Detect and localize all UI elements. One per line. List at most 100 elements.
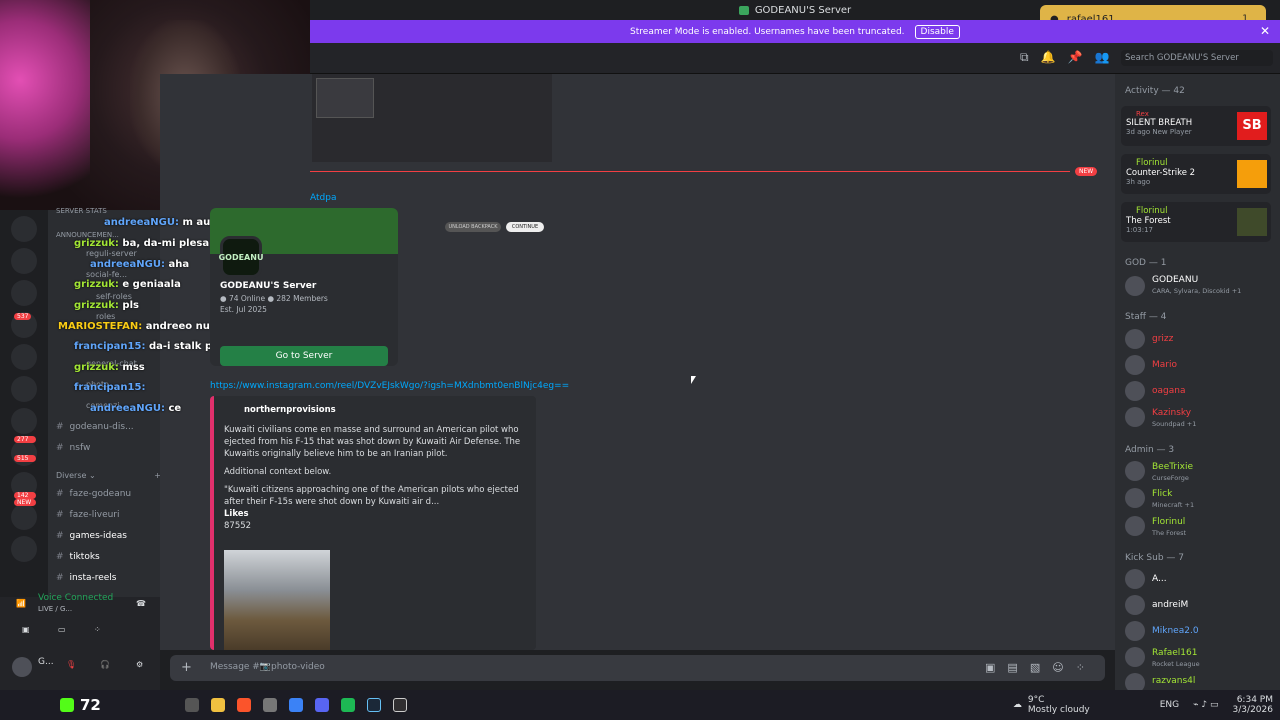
channel-faze-godeanu[interactable]: # faze-godeanu [56, 489, 131, 499]
avatar[interactable] [1125, 516, 1145, 536]
member-name[interactable]: Florinul [1152, 517, 1185, 527]
mute-icon[interactable]: 🎙 [66, 660, 76, 669]
channel-faze-liveuri[interactable]: # faze-liveuri [56, 510, 120, 520]
tray-icons[interactable]: ⌁ ♪ ▭ [1193, 700, 1218, 710]
channel[interactable]: reguli-server [86, 249, 137, 258]
gift-icon[interactable]: ▣ [985, 661, 995, 674]
deafen-icon[interactable]: 🎧 [100, 660, 110, 669]
chat-user: grizzuk: [74, 238, 119, 249]
member-name[interactable]: oagana [1152, 386, 1185, 396]
server-icon[interactable] [11, 344, 37, 370]
member-sub: CurseForge [1152, 474, 1189, 482]
embed-image[interactable] [224, 550, 330, 650]
category[interactable]: SERVER STATS [56, 207, 107, 215]
member-name[interactable]: grizz [1152, 334, 1173, 344]
sticker-icon[interactable]: ▧ [1030, 661, 1040, 674]
member-name[interactable]: A... [1152, 574, 1167, 584]
member-name[interactable]: GODEANU [1152, 275, 1198, 285]
member-name[interactable]: Kazinsky [1152, 408, 1191, 418]
channel-nsfw[interactable]: # nsfw [56, 443, 90, 453]
clock[interactable]: 6:34 PM 3/3/2026 [1233, 695, 1273, 715]
channel-tiktoks[interactable]: # tiktoks [56, 552, 100, 562]
instagram-embed: northernprovisions Kuwaiti civilians com… [210, 396, 536, 650]
settings-icon[interactable]: ⚙ [136, 660, 143, 669]
member-name[interactable]: razvans4l [1152, 676, 1195, 686]
avatar[interactable] [12, 657, 32, 677]
go-to-server-button[interactable]: Go to Server [220, 346, 388, 366]
server-icon[interactable] [11, 248, 37, 274]
member-sub: CARA, Sylvara, Discokid +1 [1152, 287, 1242, 295]
channel-insta-reels[interactable]: # insta-reels [56, 573, 117, 583]
invite-online: 74 Online [228, 294, 266, 303]
members-icon[interactable]: 👥 [1094, 50, 1109, 65]
add-attachment-icon[interactable]: + [181, 660, 192, 675]
emoji-icon[interactable]: ☺ [1052, 661, 1063, 674]
avatar[interactable] [1125, 461, 1145, 481]
member-name[interactable]: Rafael161 [1152, 648, 1197, 658]
activity-icon[interactable]: ⁘ [94, 625, 101, 634]
close-icon[interactable]: ✕ [1260, 24, 1270, 38]
avatar[interactable] [1125, 488, 1145, 508]
member-name[interactable]: Mario [1152, 360, 1177, 370]
pin-icon[interactable]: 📌 [1068, 50, 1083, 65]
gif-icon[interactable]: ▤ [1007, 661, 1017, 674]
disable-button[interactable]: Disable [914, 24, 960, 39]
temperature: 9°C [1027, 695, 1045, 705]
server-icon[interactable] [11, 280, 37, 306]
channel-godeanu-dis[interactable]: # godeanu-dis... [56, 422, 134, 432]
member-name[interactable]: Flick [1152, 489, 1172, 499]
server-icon[interactable] [11, 504, 37, 530]
chat-text: pls [122, 300, 139, 311]
server-icon[interactable] [11, 376, 37, 402]
activity-card[interactable]: Florinul Counter-Strike 2 3h ago [1121, 154, 1271, 194]
activity-card[interactable]: Rex SILENT BREATH 3d ago New Player SB [1121, 106, 1271, 146]
disconnect-icon[interactable]: ☎ [136, 599, 146, 608]
server-icon[interactable] [11, 536, 37, 562]
channel[interactable]: roles [96, 312, 115, 321]
avatar[interactable] [1125, 276, 1145, 296]
voice-title: Voice Connected [38, 593, 114, 603]
avatar[interactable] [1125, 595, 1145, 615]
avatar[interactable] [1125, 329, 1145, 349]
discord-taskbar-icon[interactable] [314, 698, 329, 712]
channel[interactable]: social-fe... [86, 270, 127, 279]
language[interactable]: ENG [1160, 700, 1179, 710]
folder-icon[interactable] [210, 698, 225, 712]
store-icon[interactable] [288, 698, 303, 712]
kick-icon[interactable] [60, 698, 74, 712]
search-input[interactable]: Search GODEANU'S Server [1121, 50, 1273, 66]
member-name[interactable]: Miknea2.0 [1152, 626, 1199, 636]
avatar[interactable] [1125, 569, 1145, 589]
activity-card[interactable]: Florinul The Forest 1:03:17 [1121, 202, 1271, 242]
voice-sub: LIVE / G... [38, 605, 73, 613]
server-icon[interactable] [11, 408, 37, 434]
avatar[interactable] [1125, 407, 1145, 427]
steam-icon[interactable] [366, 698, 381, 712]
badge: 515 [14, 455, 36, 462]
avatar[interactable] [1125, 355, 1145, 375]
app-icon[interactable] [262, 698, 277, 712]
avatar[interactable] [1125, 621, 1145, 641]
video-icon[interactable]: ▣ [22, 625, 30, 634]
brave-icon[interactable] [236, 698, 251, 712]
instagram-link[interactable]: https://www.instagram.com/reel/DVZvEJskW… [210, 381, 569, 391]
channel-games-ideas[interactable]: # games-ideas [56, 531, 127, 541]
chat-line: grizzuk: e geniaala [74, 279, 181, 290]
apps-icon[interactable]: ⁘ [1076, 661, 1085, 674]
obs-icon[interactable] [392, 698, 407, 712]
member-name[interactable]: BeeTrixie [1152, 462, 1193, 472]
embed-author[interactable]: northernprovisions [224, 404, 526, 416]
category-diverse[interactable]: Diverse ⌄ + [56, 471, 161, 480]
spotify-icon[interactable] [340, 698, 355, 712]
screenshare-icon[interactable]: ▭ [58, 625, 66, 634]
mention-text[interactable]: Atdpa [310, 193, 336, 203]
mouse-cursor [691, 376, 696, 384]
search-icon[interactable] [184, 698, 199, 712]
message-input[interactable]: Message #📷photo-video [170, 655, 1105, 681]
avatar[interactable] [1125, 647, 1145, 667]
member-name[interactable]: andreiM [1152, 600, 1188, 610]
server-icon[interactable] [11, 216, 37, 242]
threads-icon[interactable]: ⧉ [1020, 50, 1029, 65]
bell-icon[interactable]: 🔔 [1041, 50, 1056, 65]
avatar[interactable] [1125, 381, 1145, 401]
